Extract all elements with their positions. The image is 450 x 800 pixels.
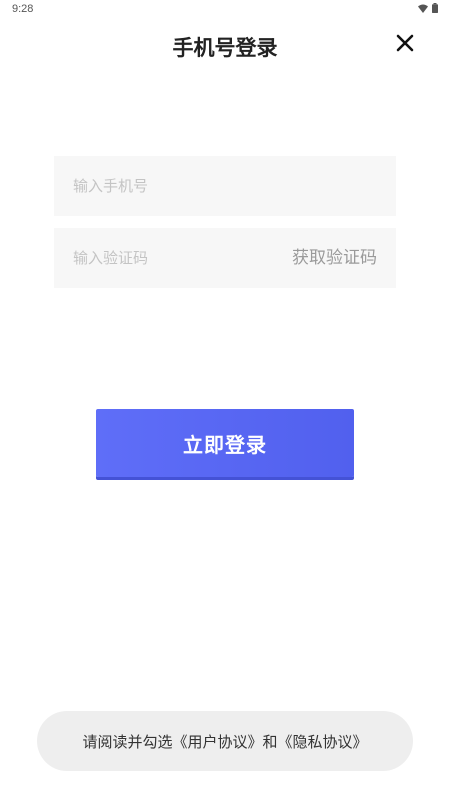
status-time: 9:28 [12,3,34,15]
phone-field [54,156,396,216]
close-button[interactable] [392,32,418,58]
status-icons [418,3,438,13]
page-title: 手机号登录 [172,36,278,60]
header: 手机号登录 [0,28,450,66]
battery-icon [432,3,438,13]
close-icon [396,34,414,56]
wifi-icon [418,4,428,13]
toast-message: 请阅读并勾选《用户协议》和《隐私协议》 [37,711,413,771]
login-screen: 9:28 手机号登录 输入手机号 输入验证码 获取验证码 立即登录 请阅读并勾选… [0,0,450,800]
phone-input[interactable] [54,156,396,216]
login-button[interactable]: 立即登录 [96,409,354,477]
code-field: 获取验证码 [54,228,396,288]
status-bar: 9:28 [0,0,450,20]
get-code-button[interactable]: 获取验证码 [292,228,377,288]
code-input[interactable] [54,228,264,288]
toast-text: 请阅读并勾选《用户协议》和《隐私协议》 [82,732,368,751]
